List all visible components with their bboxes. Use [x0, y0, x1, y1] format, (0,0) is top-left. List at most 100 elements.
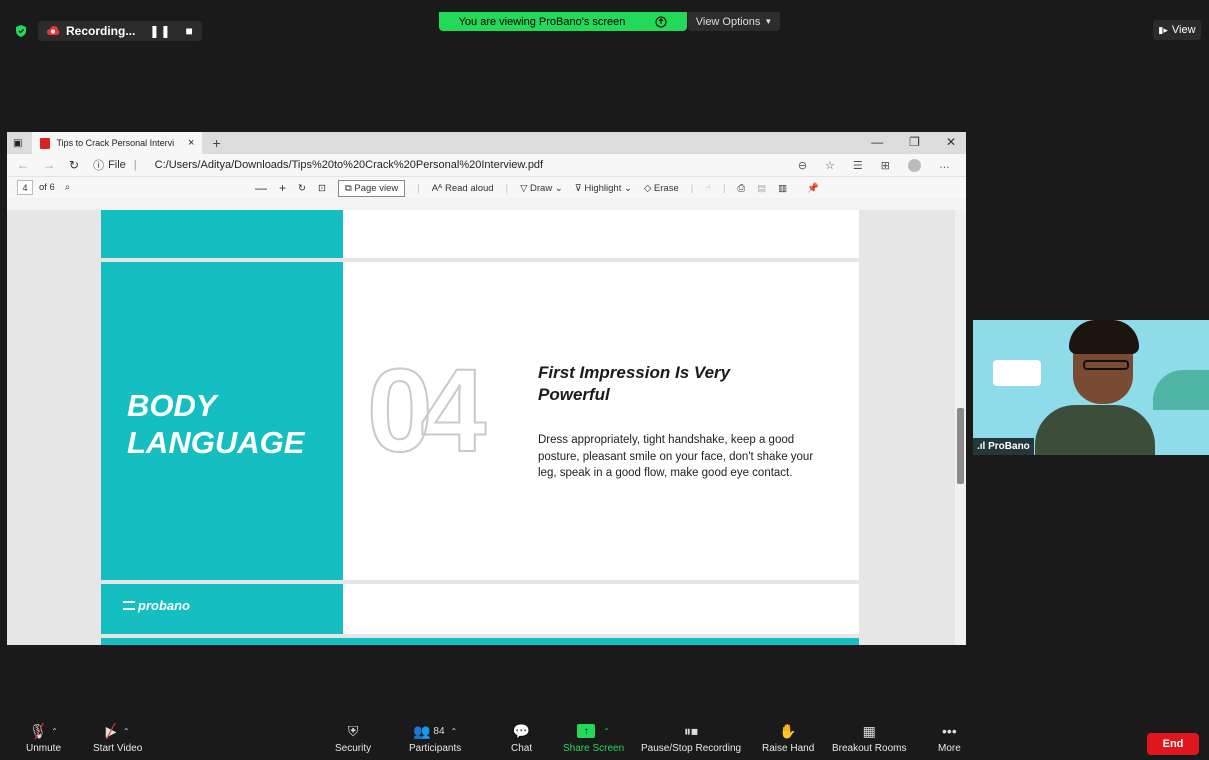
- signal-icon: .ıl: [977, 441, 989, 452]
- share-status-icon: [655, 16, 667, 27]
- touch-icon[interactable]: ☝: [705, 183, 711, 194]
- close-tab-icon[interactable]: ×: [188, 137, 194, 149]
- zoom-in-icon[interactable]: +: [279, 181, 286, 195]
- participant-hair: [1069, 320, 1139, 354]
- participant-count: 84: [433, 725, 445, 737]
- security-button[interactable]: ⛨ Security: [335, 722, 372, 755]
- participants-button[interactable]: 👥 84 ⌃ Participants: [409, 723, 461, 755]
- raise-hand-button[interactable]: ✋ Raise Hand: [762, 722, 815, 755]
- raise-hand-label: Raise Hand: [762, 743, 815, 754]
- restore-icon[interactable]: ❐: [909, 135, 920, 149]
- security-label: Security: [335, 743, 372, 754]
- browser-tab-bar: ▣ Tips to Crack Personal Interview × + —…: [7, 132, 966, 154]
- unmute-button[interactable]: 🎙 ╱ ⌃ Unmute: [26, 722, 62, 755]
- refresh-icon[interactable]: ↻: [69, 158, 79, 172]
- content-body: Dress appropriately, tight handshake, ke…: [538, 434, 814, 480]
- fit-page-icon[interactable]: ⊡: [318, 183, 326, 194]
- pdf-scrollbar[interactable]: [955, 210, 966, 645]
- rotate-icon[interactable]: ↻: [298, 183, 306, 194]
- page-total: of 6: [39, 182, 55, 193]
- file-indicator[interactable]: ⓘ File |: [93, 157, 141, 173]
- participant-name: ProBano: [988, 441, 1030, 452]
- pdf-viewport[interactable]: BODY LANGUAGE 04 First Impression Is Ver…: [7, 210, 966, 645]
- highlight-button[interactable]: ⊽ Highlight ⌄: [575, 183, 632, 194]
- shield-icon[interactable]: [14, 24, 28, 38]
- recording-status[interactable]: Recording... ❚❚ ■: [38, 21, 202, 41]
- tab-pdf[interactable]: Tips to Crack Personal Interview ×: [32, 132, 203, 154]
- participant-video[interactable]: .ıl ProBano: [973, 320, 1209, 455]
- unmute-label: Unmute: [26, 743, 62, 754]
- url-field[interactable]: C:/Users/Aditya/Downloads/Tips%20to%20Cr…: [155, 159, 543, 171]
- view-label: View: [1171, 24, 1196, 36]
- pause-stop-icon: ⏸⏹: [684, 722, 699, 739]
- chevron-down-icon: ⌄: [624, 182, 632, 194]
- more-button[interactable]: ••• More: [938, 723, 961, 754]
- highlight-icon: ⊽: [574, 182, 585, 194]
- meeting-toolbar: 🎙 ╱ ⌃ Unmute ▶ ╱ ⌃ Start Video ⛨ Security 👥 8…: [0, 719, 1209, 760]
- favorite-icon[interactable]: ☆: [825, 159, 835, 172]
- teal-sidebar: BODY LANGUAGE: [101, 262, 343, 580]
- cloud-record-icon: [47, 26, 60, 35]
- address-separator: |: [133, 159, 137, 171]
- file-label: File: [108, 159, 126, 171]
- new-tab-icon[interactable]: +: [212, 135, 220, 151]
- draw-button[interactable]: ▽ Draw ⌄: [520, 183, 563, 194]
- teal-sidebar: probano: [101, 584, 343, 634]
- minimize-icon[interactable]: —: [871, 135, 883, 149]
- scrollbar-thumb[interactable]: [957, 408, 964, 484]
- hand-icon: ✋: [779, 722, 797, 739]
- favorites-list-icon[interactable]: ☰: [853, 159, 863, 172]
- muted-mic-icon: 🎙 ╱ ⌃: [29, 722, 58, 739]
- save-as-icon[interactable]: ▥: [778, 183, 787, 194]
- probano-logo: probano: [123, 598, 190, 613]
- breakout-rooms-button[interactable]: ▦ Breakout Rooms: [832, 723, 906, 755]
- print-icon[interactable]: ⎙: [737, 183, 745, 194]
- pause-recording-icon[interactable]: ❚❚: [149, 24, 171, 38]
- page-number-input[interactable]: 4: [17, 180, 33, 195]
- pin-icon[interactable]: 📌: [807, 183, 819, 194]
- read-aloud-button[interactable]: Aᴬ Read aloud: [432, 183, 494, 194]
- erase-button[interactable]: ◇ Erase: [644, 183, 679, 194]
- toolbar-separator: |: [723, 182, 726, 194]
- forward-icon[interactable]: →: [43, 158, 55, 172]
- window-controls: — ❐ ✕: [871, 135, 956, 149]
- teal-sidebar: [101, 210, 343, 258]
- background-illustration: [1153, 370, 1209, 410]
- collections-icon[interactable]: ⊞: [881, 159, 890, 172]
- draw-icon: ▽: [520, 182, 531, 194]
- pdf-page-next: [101, 638, 859, 645]
- shield-icon: ⛨: [347, 722, 359, 739]
- pdf-toolbar: 4 of 6 ⌕ — + ↻ ⊡ ⧉ Page view | Aᴬ Read a…: [7, 176, 966, 198]
- recording-indicator: Recording... ❚❚ ■: [14, 20, 202, 42]
- back-icon[interactable]: ←: [17, 158, 29, 172]
- logo-text: probano: [138, 598, 190, 613]
- end-meeting-button[interactable]: End: [1147, 733, 1199, 755]
- zoom-out-icon[interactable]: —: [255, 181, 267, 195]
- page-view-label: Page view: [354, 182, 399, 194]
- chat-button[interactable]: 💬 Chat: [511, 723, 533, 755]
- shared-browser-window: ▣ Tips to Crack Personal Interview × + —…: [7, 132, 966, 645]
- search-icon[interactable]: ⌕: [65, 182, 70, 193]
- close-window-icon[interactable]: ✕: [946, 135, 956, 149]
- profile-avatar[interactable]: [908, 158, 921, 172]
- stop-recording-icon[interactable]: ■: [185, 24, 193, 38]
- start-video-button[interactable]: ▶ ╱ ⌃ Start Video: [93, 723, 142, 755]
- pdf-icon: [40, 137, 51, 149]
- share-screen-icon: ↑: [577, 724, 596, 738]
- view-button[interactable]: ▮▸ View: [1153, 20, 1201, 40]
- tab-actions-icon[interactable]: ▣: [13, 138, 22, 149]
- toolbar-separator: |: [417, 182, 420, 194]
- share-screen-label: Share Screen: [563, 743, 625, 754]
- toolbar-separator: |: [505, 182, 509, 194]
- page-view-button[interactable]: ⧉ Page view: [337, 179, 406, 197]
- view-options-button[interactable]: View Options ▼: [688, 12, 780, 31]
- recording-label: Recording...: [66, 24, 136, 38]
- more-icon[interactable]: …: [939, 159, 950, 172]
- share-screen-button[interactable]: ↑ ⌃ Share Screen: [563, 723, 624, 754]
- chat-label: Chat: [511, 743, 533, 754]
- more-label: More: [938, 743, 961, 754]
- pause-stop-recording-button[interactable]: ⏸⏹ Pause/Stop Recording: [641, 722, 741, 755]
- zoom-icon[interactable]: ⊖: [798, 159, 807, 172]
- save-icon[interactable]: ▤: [757, 183, 766, 194]
- read-aloud-label: Read aloud: [444, 182, 494, 194]
